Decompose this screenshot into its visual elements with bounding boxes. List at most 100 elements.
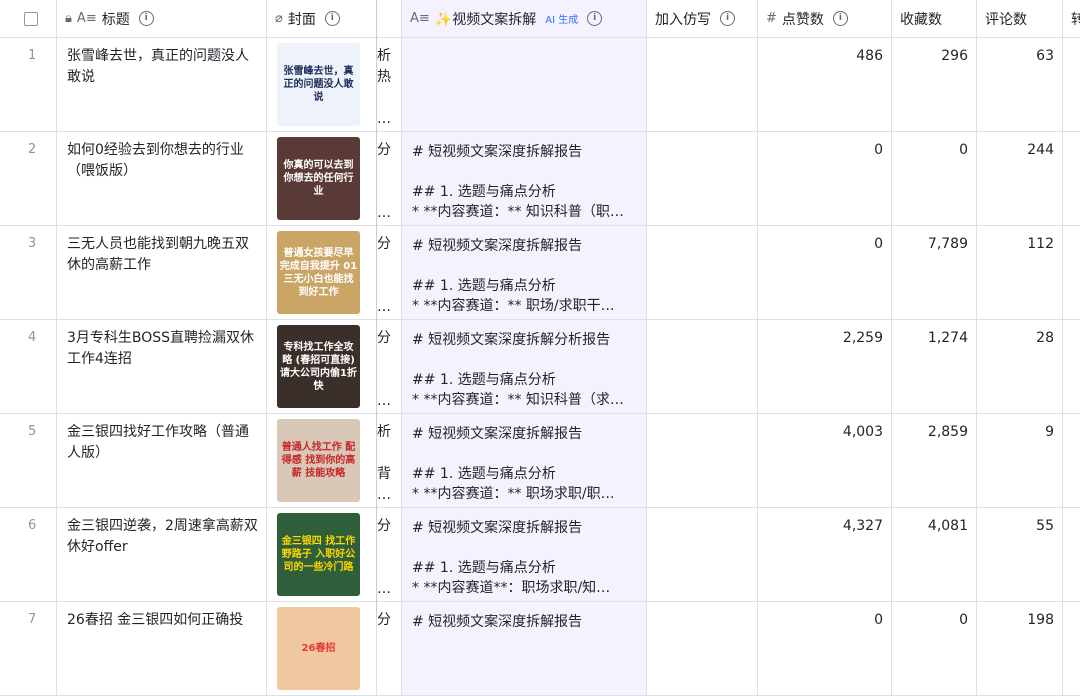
likes-cell[interactable]: 0	[758, 132, 892, 225]
clipped-text: 析 热 …	[377, 48, 391, 127]
imitate-cell[interactable]	[647, 508, 758, 601]
likes-cell[interactable]: 4,327	[758, 508, 892, 601]
cover-thumbnail[interactable]: 金三银四 找工作野路子 入职好公司的一些冷门路	[277, 513, 360, 596]
header-title[interactable]: 🔒︎ A≡ 标题 i	[57, 0, 267, 37]
cover-cell[interactable]: 你真的可以去到你想去的任何行业	[267, 132, 377, 225]
header-cover[interactable]: ⌀ 封面 i	[267, 0, 377, 37]
header-comments[interactable]: 评论数	[977, 0, 1063, 37]
imitate-cell[interactable]	[647, 320, 758, 413]
cover-thumbnail[interactable]: 专科找工作全攻略 (春招可直接) 请大公司内偷1折快	[277, 325, 360, 408]
extra-cell[interactable]	[1063, 226, 1080, 319]
likes-cell[interactable]: 2,259	[758, 320, 892, 413]
table-row[interactable]: 5 金三银四找好工作攻略（普通人版） 普通人找工作 配得感 找到你的高薪 技能攻…	[0, 414, 1080, 508]
info-icon[interactable]: i	[138, 11, 154, 26]
info-icon[interactable]: i	[832, 11, 848, 26]
header-imitate[interactable]: 加入仿写 i	[647, 0, 758, 37]
info-icon[interactable]: i	[587, 11, 603, 26]
cover-thumbnail[interactable]: 你真的可以去到你想去的任何行业	[277, 137, 360, 220]
title-cell[interactable]: 3月专科生BOSS直聘捡漏双休工作4连招	[57, 320, 267, 413]
row-index-cell[interactable]: 4	[0, 320, 57, 413]
table-row[interactable]: 1 张雪峰去世，真正的问题没人敢说 张雪峰去世，真正的问题没人敢说 析 热 … …	[0, 38, 1080, 132]
select-all-checkbox[interactable]	[24, 11, 38, 26]
row-index: 6	[28, 518, 37, 533]
favs-cell[interactable]: 1,274	[892, 320, 977, 413]
cover-thumbnail[interactable]: 26春招	[277, 607, 360, 690]
imitate-cell[interactable]	[647, 38, 758, 131]
likes-cell[interactable]: 486	[758, 38, 892, 131]
table-row[interactable]: 7 26春招 金三银四如何正确投 26春招 分 # 短视频文案深度拆解报告 0 …	[0, 602, 1080, 696]
table-row[interactable]: 3 三无人员也能找到朝九晚五双休的高薪工作 普通女孩要尽早完成自我提升 01 三…	[0, 226, 1080, 320]
extra-cell[interactable]	[1063, 38, 1080, 131]
favs-cell[interactable]: 0	[892, 602, 977, 695]
comments-value: 63	[1036, 48, 1054, 64]
breakdown-cell[interactable]: # 短视频文案深度拆解报告 ## 1. 选题与痛点分析 * **内容赛道：** …	[402, 132, 647, 225]
info-icon[interactable]: i	[324, 11, 340, 26]
comments-cell[interactable]: 63	[977, 38, 1063, 131]
cover-thumbnail[interactable]: 普通女孩要尽早完成自我提升 01 三无小白也能找到好工作	[277, 231, 360, 314]
cover-thumbnail[interactable]: 张雪峰去世，真正的问题没人敢说	[277, 43, 360, 126]
extra-cell[interactable]	[1063, 508, 1080, 601]
extra-cell[interactable]	[1063, 320, 1080, 413]
title-cell[interactable]: 金三银四逆袭，2周速拿高薪双休好offer	[57, 508, 267, 601]
imitate-cell[interactable]	[647, 414, 758, 507]
title-cell[interactable]: 金三银四找好工作攻略（普通人版）	[57, 414, 267, 507]
table-row[interactable]: 4 3月专科生BOSS直聘捡漏双休工作4连招 专科找工作全攻略 (春招可直接) …	[0, 320, 1080, 414]
cover-cell[interactable]: 普通女孩要尽早完成自我提升 01 三无小白也能找到好工作	[267, 226, 377, 319]
table-row[interactable]: 6 金三银四逆袭，2周速拿高薪双休好offer 金三银四 找工作野路子 入职好公…	[0, 508, 1080, 602]
row-index-cell[interactable]: 3	[0, 226, 57, 319]
likes-cell[interactable]: 4,003	[758, 414, 892, 507]
extra-cell[interactable]	[1063, 414, 1080, 507]
breakdown-cell[interactable]: # 短视频文案深度拆解报告	[402, 602, 647, 695]
cover-cell[interactable]: 金三银四 找工作野路子 入职好公司的一些冷门路	[267, 508, 377, 601]
cover-thumbnail[interactable]: 普通人找工作 配得感 找到你的高薪 技能攻略	[277, 419, 360, 502]
imitate-cell[interactable]	[647, 226, 758, 319]
favs-cell[interactable]: 7,789	[892, 226, 977, 319]
favs-cell[interactable]: 2,859	[892, 414, 977, 507]
breakdown-cell[interactable]: # 短视频文案深度拆解分析报告 ## 1. 选题与痛点分析 * **内容赛道：*…	[402, 320, 647, 413]
title-cell[interactable]: 三无人员也能找到朝九晚五双休的高薪工作	[57, 226, 267, 319]
row-index-cell[interactable]: 2	[0, 132, 57, 225]
favs-cell[interactable]: 0	[892, 132, 977, 225]
favs-cell[interactable]: 4,081	[892, 508, 977, 601]
likes-cell[interactable]: 0	[758, 226, 892, 319]
title-cell[interactable]: 26春招 金三银四如何正确投	[57, 602, 267, 695]
row-index-cell[interactable]: 1	[0, 38, 57, 131]
clipped-text: 析 背 …	[377, 424, 391, 503]
header-extra[interactable]: 转	[1063, 0, 1080, 37]
favs-cell[interactable]: 296	[892, 38, 977, 131]
cover-cell[interactable]: 普通人找工作 配得感 找到你的高薪 技能攻略	[267, 414, 377, 507]
breakdown-cell[interactable]: # 短视频文案深度拆解报告 ## 1. 选题与痛点分析 * **内容赛道：** …	[402, 414, 647, 507]
comments-cell[interactable]: 244	[977, 132, 1063, 225]
header-favs[interactable]: 收藏数	[892, 0, 977, 37]
extra-cell[interactable]	[1063, 602, 1080, 695]
clipped-cell: 分 …	[377, 226, 402, 319]
extra-cell[interactable]	[1063, 132, 1080, 225]
imitate-cell[interactable]	[647, 602, 758, 695]
clipped-cell: 分 …	[377, 508, 402, 601]
comments-cell[interactable]: 9	[977, 414, 1063, 507]
cover-thumbnail-text: 专科找工作全攻略 (春招可直接) 请大公司内偷1折快	[280, 341, 357, 392]
likes-cell[interactable]: 0	[758, 602, 892, 695]
comments-cell[interactable]: 198	[977, 602, 1063, 695]
comments-cell[interactable]: 55	[977, 508, 1063, 601]
imitate-cell[interactable]	[647, 132, 758, 225]
breakdown-cell[interactable]	[402, 38, 647, 131]
breakdown-cell[interactable]: # 短视频文案深度拆解报告 ## 1. 选题与痛点分析 * **内容赛道**：职…	[402, 508, 647, 601]
row-index-cell[interactable]: 7	[0, 602, 57, 695]
info-icon[interactable]: i	[720, 11, 735, 26]
row-index-cell[interactable]: 6	[0, 508, 57, 601]
header-select-all[interactable]	[0, 0, 57, 37]
breakdown-text: # 短视频文案深度拆解分析报告 ## 1. 选题与痛点分析 * **内容赛道：*…	[412, 332, 624, 408]
header-breakdown[interactable]: A≡ ✨视频文案拆解 AI 生成 i	[402, 0, 647, 37]
cover-cell[interactable]: 26春招	[267, 602, 377, 695]
cover-cell[interactable]: 张雪峰去世，真正的问题没人敢说	[267, 38, 377, 131]
cover-cell[interactable]: 专科找工作全攻略 (春招可直接) 请大公司内偷1折快	[267, 320, 377, 413]
row-index-cell[interactable]: 5	[0, 414, 57, 507]
comments-cell[interactable]: 28	[977, 320, 1063, 413]
header-likes[interactable]: # 点赞数 i	[758, 0, 892, 37]
table-row[interactable]: 2 如何0经验去到你想去的行业（喂饭版） 你真的可以去到你想去的任何行业 分 ……	[0, 132, 1080, 226]
title-cell[interactable]: 如何0经验去到你想去的行业（喂饭版）	[57, 132, 267, 225]
breakdown-cell[interactable]: # 短视频文案深度拆解报告 ## 1. 选题与痛点分析 * **内容赛道：** …	[402, 226, 647, 319]
title-cell[interactable]: 张雪峰去世，真正的问题没人敢说	[57, 38, 267, 131]
comments-cell[interactable]: 112	[977, 226, 1063, 319]
